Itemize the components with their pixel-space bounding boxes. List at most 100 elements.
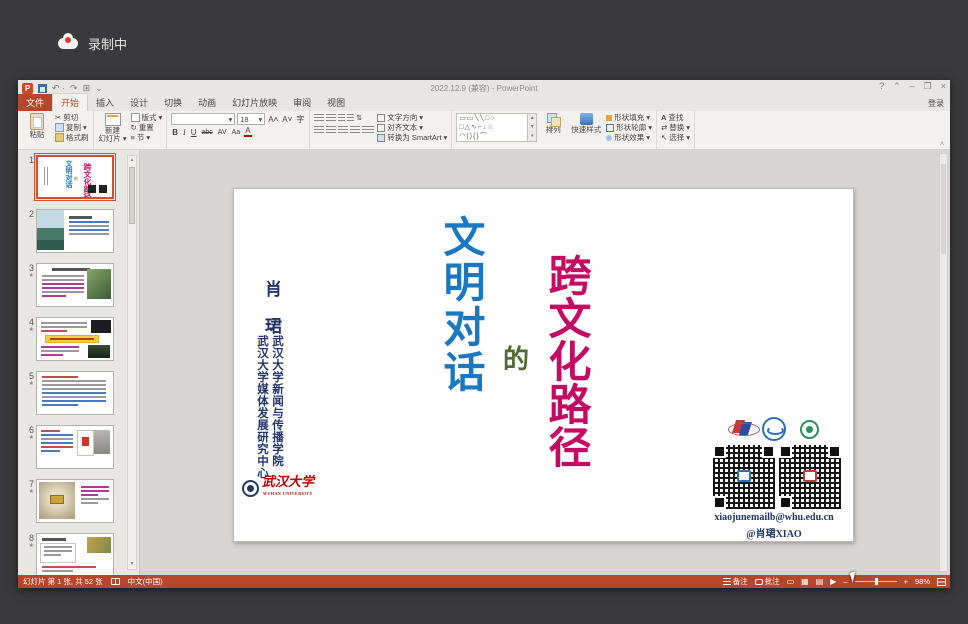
slide-number: 8 bbox=[20, 533, 34, 543]
spell-check-icon[interactable] bbox=[111, 578, 120, 585]
font-name-combo[interactable]: ▾ bbox=[171, 113, 235, 125]
line-spacing-icon[interactable]: ⇅ bbox=[356, 114, 362, 122]
slide-thumbnail-6[interactable] bbox=[36, 425, 114, 469]
arrange-button[interactable]: 排列 bbox=[540, 113, 566, 151]
minimize-button[interactable]: – bbox=[910, 81, 915, 92]
strikethrough-button[interactable]: abc bbox=[201, 129, 214, 136]
text-direction-button[interactable]: 文字方向 ▾ bbox=[377, 113, 447, 122]
clear-formatting-icon[interactable]: 字 bbox=[295, 114, 305, 125]
align-text-button[interactable]: 对齐文本 ▾ bbox=[377, 123, 447, 132]
paste-button[interactable]: 粘贴 bbox=[22, 113, 52, 151]
ribbon-display-options-button[interactable]: ⌃ bbox=[893, 81, 901, 92]
tab-幻灯片放映[interactable]: 幻灯片放映 bbox=[224, 94, 285, 111]
help-button[interactable]: ? bbox=[879, 81, 884, 92]
align-right-icon[interactable] bbox=[338, 126, 348, 133]
font-color-button[interactable]: A bbox=[244, 127, 251, 137]
cut-button[interactable]: ✂剪切 bbox=[55, 113, 89, 122]
canvas-scrollbar-thumb[interactable] bbox=[941, 164, 946, 254]
shape-effects-button[interactable]: 形状效果 ▾ bbox=[606, 133, 652, 142]
tab-文件[interactable]: 文件 bbox=[18, 94, 52, 111]
shapes-gallery-scroll[interactable]: ▲▼▾ bbox=[528, 113, 537, 142]
language-indicator[interactable]: 中文(中国) bbox=[128, 576, 163, 587]
replace-button[interactable]: ⇄替换 ▾ bbox=[661, 123, 690, 132]
fit-slide-to-window-icon[interactable] bbox=[937, 578, 946, 586]
canvas-scrollbar[interactable] bbox=[939, 153, 948, 572]
slide-title-magenta[interactable]: 跨文化路径 bbox=[544, 253, 587, 468]
shape-outline-button[interactable]: 形状轮廓 ▾ bbox=[606, 123, 652, 132]
align-left-icon[interactable] bbox=[314, 126, 324, 133]
scrollbar-thumb[interactable] bbox=[129, 167, 135, 224]
collapse-ribbon-icon[interactable]: ˄ bbox=[940, 141, 944, 148]
slide-sorter-view-button[interactable]: ▦ bbox=[801, 577, 809, 587]
tab-动画[interactable]: 动画 bbox=[190, 94, 224, 111]
powerpoint-app-icon[interactable]: P bbox=[22, 83, 33, 94]
notes-icon bbox=[723, 578, 731, 585]
thumbnail-row-4: 4★ bbox=[20, 317, 139, 361]
new-slide-button[interactable]: 新建 幻灯片 ▾ bbox=[98, 113, 128, 151]
zoom-slider-knob[interactable] bbox=[875, 578, 878, 585]
slide-thumbnail-4[interactable] bbox=[36, 317, 114, 361]
slide-affiliations[interactable]: 武汉大学新闻与传播学院 武汉大学媒体发展研究中心 bbox=[254, 335, 284, 479]
zoom-out-button[interactable]: – bbox=[843, 577, 847, 586]
slide-thumbnail-8[interactable] bbox=[36, 533, 114, 575]
slide-number: 5 bbox=[20, 371, 34, 381]
tab-开始[interactable]: 开始 bbox=[52, 93, 88, 111]
section-button[interactable]: ≡节 ▾ bbox=[131, 133, 163, 142]
tab-审阅[interactable]: 审阅 bbox=[285, 94, 319, 111]
increase-indent-icon[interactable] bbox=[347, 114, 354, 121]
character-spacing-button[interactable]: AV bbox=[217, 129, 228, 136]
comments-button[interactable]: 批注 bbox=[755, 576, 780, 587]
shapes-gallery[interactable]: ▭▭╲╲□○ □△∿⌐↓☆ ◠(){}⌒ bbox=[456, 113, 528, 142]
quick-styles-button[interactable]: 快速样式 bbox=[569, 113, 603, 151]
save-icon[interactable] bbox=[38, 84, 47, 93]
reading-view-button[interactable]: ▤ bbox=[816, 577, 824, 587]
close-button[interactable]: × bbox=[941, 81, 946, 92]
slide-author-char1[interactable]: 肖 bbox=[265, 275, 282, 300]
normal-view-button[interactable]: ▭ bbox=[787, 577, 795, 587]
align-center-icon[interactable] bbox=[326, 126, 336, 133]
bold-button[interactable]: B bbox=[171, 128, 179, 137]
notes-button[interactable]: 备注 bbox=[723, 576, 748, 587]
tab-视图[interactable]: 视图 bbox=[319, 94, 353, 111]
slide-thumbnail-2[interactable] bbox=[36, 209, 114, 253]
scroll-down-icon[interactable]: ▼ bbox=[128, 560, 136, 569]
zoom-percentage[interactable]: 98% bbox=[915, 577, 930, 586]
underline-button[interactable]: U bbox=[190, 128, 198, 137]
increase-font-icon[interactable]: A˄ bbox=[267, 115, 279, 124]
sign-in-link[interactable]: 登录 bbox=[928, 98, 944, 109]
thumbnail-scrollbar[interactable]: ▲ ▼ bbox=[127, 155, 137, 570]
copy-button[interactable]: 复制 ▾ bbox=[55, 123, 89, 132]
tab-插入[interactable]: 插入 bbox=[88, 94, 122, 111]
numbering-icon[interactable] bbox=[326, 114, 336, 121]
scroll-up-icon[interactable]: ▲ bbox=[128, 156, 136, 165]
tab-切换[interactable]: 切换 bbox=[156, 94, 190, 111]
slide-title-blue[interactable]: 文明对话 bbox=[438, 215, 484, 395]
slide-thumbnail-5[interactable] bbox=[36, 371, 114, 415]
shape-fill-button[interactable]: 形状填充 ▾ bbox=[606, 113, 652, 122]
format-painter-button[interactable]: 格式刷 bbox=[55, 133, 89, 142]
justify-icon[interactable] bbox=[350, 126, 360, 133]
restore-button[interactable]: ❐ bbox=[924, 81, 932, 92]
decrease-font-icon[interactable]: A˅ bbox=[281, 115, 293, 124]
bullets-icon[interactable] bbox=[314, 114, 324, 121]
slide-particle[interactable]: 的 bbox=[503, 339, 529, 376]
zoom-in-button[interactable]: + bbox=[904, 577, 908, 586]
decrease-indent-icon[interactable] bbox=[338, 114, 345, 121]
slide-thumbnail-7[interactable] bbox=[36, 479, 114, 523]
slide-thumbnail-1[interactable]: 文明对话的跨文化路径 bbox=[36, 155, 114, 199]
find-button[interactable]: A查找 bbox=[661, 113, 690, 122]
zoom-slider[interactable] bbox=[855, 581, 897, 582]
current-slide[interactable]: 文明对话 的 跨文化路径 肖 珺 武汉大学新闻与传播学院 武汉大学媒体发展研究中… bbox=[233, 188, 854, 542]
slide-author-char2[interactable]: 珺 bbox=[265, 312, 282, 337]
slide-thumbnail-3[interactable] bbox=[36, 263, 114, 307]
select-button[interactable]: ↖选择 ▾ bbox=[661, 133, 690, 142]
reset-button[interactable]: ↻重置 bbox=[131, 123, 163, 132]
change-case-button[interactable]: Aa bbox=[231, 129, 242, 136]
layout-button[interactable]: 版式 ▾ bbox=[131, 113, 163, 122]
columns-icon[interactable] bbox=[362, 126, 374, 133]
tab-设计[interactable]: 设计 bbox=[122, 94, 156, 111]
italic-button[interactable]: I bbox=[182, 128, 187, 137]
font-size-combo[interactable]: 18▾ bbox=[237, 113, 265, 125]
slideshow-button[interactable]: ▶ bbox=[830, 577, 836, 587]
convert-to-smartart-button[interactable]: 转换为 SmartArt ▾ bbox=[377, 133, 447, 142]
